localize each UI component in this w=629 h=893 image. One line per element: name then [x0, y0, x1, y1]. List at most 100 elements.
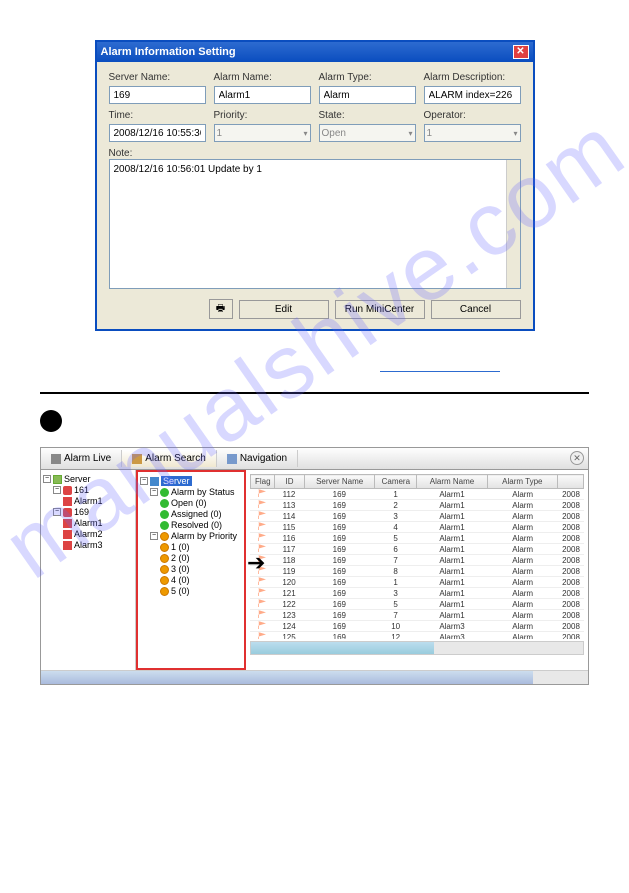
flag-icon — [258, 588, 266, 596]
priority-icon — [160, 532, 169, 541]
time-label: Time: — [109, 110, 206, 121]
state-select[interactable]: Open▾ — [319, 124, 416, 142]
run-minicenter-button[interactable]: Run MiniCenter — [335, 300, 425, 319]
tree-priority-4[interactable]: 4 (0) — [140, 575, 242, 586]
collapse-icon[interactable]: − — [150, 488, 158, 496]
tree-server-161[interactable]: −161 — [43, 485, 133, 496]
table-row[interactable]: 1211693 Alarm1Alarm2008 — [250, 588, 584, 599]
collapse-icon[interactable]: − — [43, 475, 51, 483]
edit-button[interactable]: Edit — [239, 300, 329, 319]
type-input[interactable] — [319, 86, 416, 104]
table-row[interactable]: 1161695 Alarm1Alarm2008 — [250, 533, 584, 544]
tree-status-resolved[interactable]: Resolved (0) — [140, 520, 242, 531]
table-row[interactable]: 1131692 Alarm1Alarm2008 — [250, 500, 584, 511]
tree-priority-3[interactable]: 3 (0) — [140, 564, 242, 575]
close-icon[interactable]: ✕ — [513, 45, 529, 59]
col-id[interactable]: ID — [275, 475, 305, 489]
panel-scrollbar-horizontal[interactable] — [41, 670, 588, 684]
flag-icon — [258, 599, 266, 607]
tab-alarm-live[interactable]: Alarm Live — [41, 450, 122, 467]
tree-server-169[interactable]: −169 — [43, 507, 133, 518]
chevron-down-icon: ▾ — [408, 129, 412, 138]
priority-icon — [160, 554, 169, 563]
tree-group-status[interactable]: −Alarm by Status — [140, 487, 242, 498]
operator-select[interactable]: 1▾ — [424, 124, 521, 142]
table-row[interactable]: 12516912 Alarm3Alarm2008 — [250, 632, 584, 639]
flag-icon — [258, 621, 266, 629]
table-row[interactable]: 1201691 Alarm1Alarm2008 — [250, 577, 584, 588]
tree-alarm-item[interactable]: Alarm1 — [43, 496, 133, 507]
note-textarea[interactable]: 2008/12/16 10:56:01 Update by 1 — [109, 159, 521, 289]
col-type[interactable]: Alarm Type — [487, 475, 557, 489]
flag-icon — [258, 489, 266, 497]
arrow-right-icon: ➔ — [247, 550, 265, 576]
table-row[interactable]: 1151694 Alarm1Alarm2008 — [250, 522, 584, 533]
collapse-icon[interactable]: − — [140, 477, 148, 485]
scrollbar-vertical[interactable] — [506, 160, 520, 288]
collapse-icon[interactable]: − — [150, 532, 158, 540]
server-input[interactable] — [109, 86, 206, 104]
tree-alarm-item[interactable]: Alarm3 — [43, 540, 133, 551]
col-camera[interactable]: Camera — [375, 475, 417, 489]
chevron-down-icon: ▾ — [303, 129, 307, 138]
status-icon — [160, 521, 169, 530]
scrollbar-horizontal[interactable] — [250, 641, 584, 655]
dialog-title: Alarm Information Setting — [101, 46, 236, 58]
table-row[interactable]: 12416910 Alarm3Alarm2008 — [250, 621, 584, 632]
alarm-input[interactable] — [214, 86, 311, 104]
table-row[interactable]: 1171696 Alarm1Alarm2008 — [250, 544, 584, 555]
tab-close-icon[interactable]: ✕ — [570, 451, 584, 465]
tree-root-server[interactable]: −Server — [43, 474, 133, 485]
type-label: Alarm Type: — [319, 72, 416, 83]
tree-priority-1[interactable]: 1 (0) — [140, 542, 242, 553]
alarm-icon — [63, 519, 72, 528]
alarm-panel: Alarm Live Alarm Search Navigation ✕ −Se… — [40, 447, 589, 685]
status-icon — [160, 510, 169, 519]
priority-icon — [160, 587, 169, 596]
tab-alarm-search[interactable]: Alarm Search — [122, 450, 217, 467]
table-row[interactable]: 1221695 Alarm1Alarm2008 — [250, 599, 584, 610]
table-row[interactable]: 1181697 Alarm1Alarm2008 — [250, 555, 584, 566]
col-alarm[interactable]: Alarm Name — [417, 475, 487, 489]
camera-icon — [63, 508, 72, 517]
collapse-icon[interactable]: − — [53, 508, 61, 516]
tab-navigation[interactable]: Navigation — [217, 450, 298, 467]
tree-status-open[interactable]: Open (0) — [140, 498, 242, 509]
flag-icon — [258, 511, 266, 519]
table-row[interactable]: 1121691 Alarm1Alarm2008 — [250, 489, 584, 500]
server-label: Server Name: — [109, 72, 206, 83]
cancel-button[interactable]: Cancel — [431, 300, 521, 319]
table-row[interactable]: 1141693 Alarm1Alarm2008 — [250, 511, 584, 522]
filter-tree: −Server −Alarm by Status Open (0) Assign… — [136, 470, 246, 670]
table-row[interactable]: 1231697 Alarm1Alarm2008 — [250, 610, 584, 621]
tree-alarm-item[interactable]: Alarm1 — [43, 518, 133, 529]
desc-input[interactable] — [424, 86, 521, 104]
time-input[interactable] — [109, 124, 206, 142]
tree-alarm-item[interactable]: Alarm2 — [43, 529, 133, 540]
col-flag[interactable]: Flag — [251, 475, 275, 489]
priority-select[interactable]: 1▾ — [214, 124, 311, 142]
tree-status-assigned[interactable]: Assigned (0) — [140, 509, 242, 520]
tree-priority-2[interactable]: 2 (0) — [140, 553, 242, 564]
priority-icon — [160, 576, 169, 585]
col-server[interactable]: Server Name — [305, 475, 375, 489]
priority-icon — [160, 565, 169, 574]
note-text: 2008/12/16 10:56:01 Update by 1 — [114, 164, 262, 175]
scroll-thumb[interactable] — [251, 642, 434, 654]
collapse-icon[interactable]: − — [53, 486, 61, 494]
table-row[interactable]: 1191698 Alarm1Alarm2008 — [250, 566, 584, 577]
tab-bar: Alarm Live Alarm Search Navigation ✕ — [41, 448, 588, 470]
flag-icon — [258, 522, 266, 530]
priority-label: Priority: — [214, 110, 311, 121]
col-year[interactable] — [558, 475, 584, 489]
flag-icon — [258, 577, 266, 585]
camera-icon — [63, 486, 72, 495]
scroll-thumb[interactable] — [41, 671, 533, 684]
search-icon — [132, 454, 142, 464]
tree-priority-5[interactable]: 5 (0) — [140, 586, 242, 597]
print-icon[interactable]: 🖶 — [209, 299, 233, 319]
tree-root-server[interactable]: −Server — [140, 476, 242, 487]
alarm-label: Alarm Name: — [214, 72, 311, 83]
alarm-icon — [63, 541, 72, 550]
tree-group-priority[interactable]: −Alarm by Priority — [140, 531, 242, 542]
